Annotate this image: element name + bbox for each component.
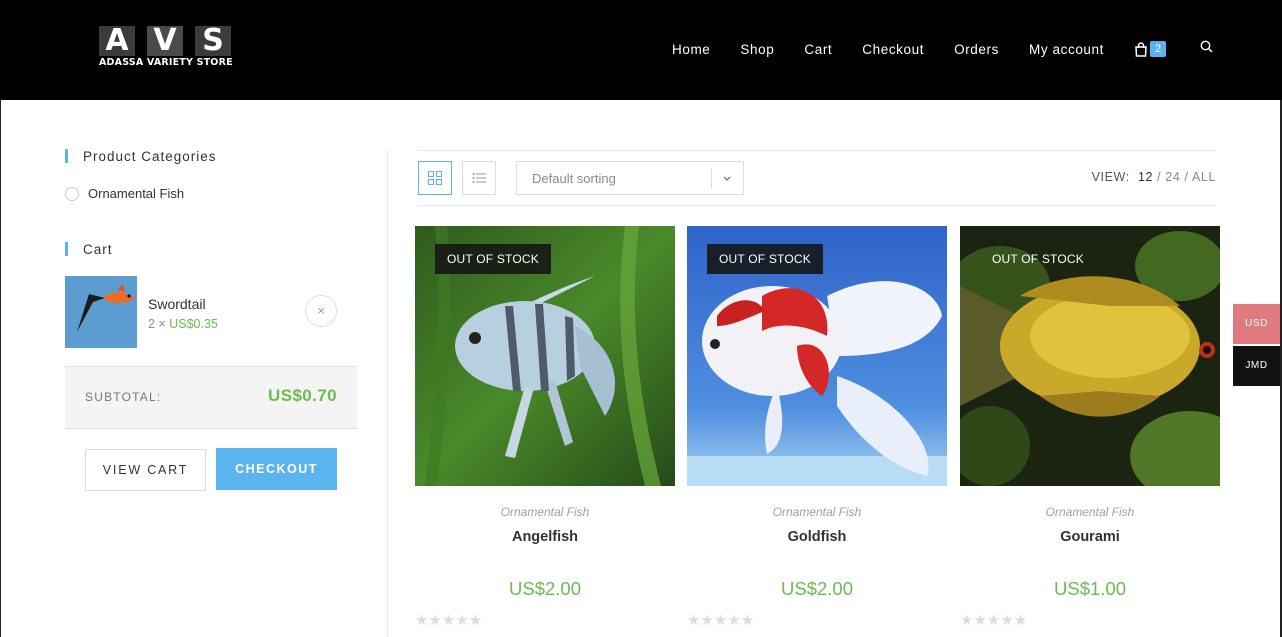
out-of-stock-badge: OUT OF STOCK [992, 252, 1084, 266]
per-page-selector: VIEW: 12 / 24 / ALL [1092, 170, 1216, 184]
cart-widget-title: Cart [65, 242, 113, 257]
product-category-link[interactable]: Ornamental Fish [415, 505, 675, 519]
list-icon [472, 173, 486, 183]
view-cart-button[interactable]: VIEW CART [85, 449, 206, 491]
star-rating: ★★★★★ [415, 612, 483, 629]
mini-cart-product-name[interactable]: Swordtail [148, 296, 206, 312]
shopping-bag-icon [1135, 41, 1147, 57]
toolbar-divider-top [418, 150, 1216, 151]
product-category-link[interactable]: Ornamental Fish [687, 505, 947, 519]
product-price: US$2.00 [781, 578, 853, 599]
subtotal-value: US$0.70 [268, 386, 337, 405]
cart-count-badge: 2 [1150, 41, 1166, 57]
product-name-link[interactable]: Goldfish [687, 529, 947, 545]
category-item-ornamental-fish[interactable]: Ornamental Fish [65, 186, 184, 201]
per-page-24[interactable]: 24 [1165, 170, 1180, 184]
product-card: OUT OF STOCK Ornamental Fish Angelfish U… [415, 226, 675, 629]
remove-item-button[interactable]: × [305, 295, 337, 327]
subtotal-label: SUBTOTAL: [85, 390, 162, 404]
mini-cart-price: US$0.35 [169, 317, 218, 331]
list-view-button[interactable] [462, 161, 496, 195]
product-name-link[interactable]: Gourami [960, 529, 1220, 545]
sort-select[interactable]: Default sorting [516, 161, 744, 195]
nav-orders[interactable]: Orders [954, 42, 999, 57]
product-card: OUT OF STOCK Ornamental Fish Goldfish US… [687, 226, 947, 629]
sort-separator [711, 169, 712, 189]
logo-letter: A [99, 26, 135, 56]
mini-cart-qty-prefix: 2 × [148, 317, 170, 331]
grid-view-button[interactable] [418, 161, 452, 195]
view-label: VIEW: [1091, 170, 1130, 184]
product-name-link[interactable]: Angelfish [415, 529, 675, 545]
nav-shop[interactable]: Shop [740, 42, 774, 57]
out-of-stock-badge: OUT OF STOCK [435, 244, 551, 274]
search-icon[interactable] [1200, 40, 1213, 58]
out-of-stock-badge: OUT OF STOCK [707, 244, 823, 274]
cart-subtotal: SUBTOTAL: US$0.70 [65, 366, 357, 429]
currency-jmd-button[interactable]: JMD [1233, 346, 1280, 386]
logo-letter: S [195, 26, 231, 56]
product-price: US$1.00 [1054, 578, 1126, 599]
mini-cart-quantity: 2 × US$0.35 [148, 317, 218, 331]
toolbar-divider-bottom [418, 205, 1216, 206]
nav-checkout[interactable]: Checkout [862, 42, 924, 57]
product-image-gourami[interactable]: OUT OF STOCK [960, 226, 1220, 486]
categories-widget-title: Product Categories [65, 149, 217, 164]
site-logo[interactable]: A V S ADASSA VARIETY STORE [99, 26, 233, 70]
swordtail-thumbnail[interactable] [65, 276, 137, 348]
page-frame-left [0, 100, 1, 637]
nav-my-account[interactable]: My account [1029, 42, 1104, 57]
product-price: US$2.00 [509, 578, 581, 599]
site-header: A V S ADASSA VARIETY STORE Home Shop Car… [0, 0, 1282, 100]
star-rating: ★★★★★ [687, 612, 755, 629]
category-radio[interactable] [65, 186, 79, 201]
sidebar-divider [387, 150, 388, 637]
sort-selected-value: Default sorting [532, 171, 616, 186]
nav-home[interactable]: Home [672, 42, 710, 57]
per-page-all[interactable]: ALL [1192, 170, 1216, 184]
header-cart-button[interactable]: 2 [1134, 41, 1166, 57]
logo-letter: V [147, 26, 183, 56]
grid-icon [428, 171, 442, 185]
product-image-goldfish[interactable]: OUT OF STOCK [687, 226, 947, 486]
chevron-down-icon [723, 176, 731, 181]
product-category-link[interactable]: Ornamental Fish [960, 505, 1220, 519]
per-page-sep: / [1157, 170, 1162, 184]
checkout-button[interactable]: CHECKOUT [216, 448, 337, 490]
nav-cart[interactable]: Cart [804, 42, 832, 57]
main-nav: Home Shop Cart Checkout Orders My accoun… [672, 40, 1213, 58]
mini-cart-item: Swordtail 2 × US$0.35 × [65, 276, 357, 348]
currency-usd-button[interactable]: USD [1233, 304, 1280, 344]
logo-subtitle: ADASSA VARIETY STORE [99, 57, 233, 68]
category-label: Ornamental Fish [88, 186, 185, 201]
per-page-sep: / [1184, 170, 1189, 184]
star-rating: ★★★★★ [960, 612, 1028, 629]
product-image-angelfish[interactable]: OUT OF STOCK [415, 226, 675, 486]
per-page-12[interactable]: 12 [1138, 170, 1153, 184]
product-card: OUT OF STOCK Ornamental Fish Gourami US$… [960, 226, 1220, 629]
